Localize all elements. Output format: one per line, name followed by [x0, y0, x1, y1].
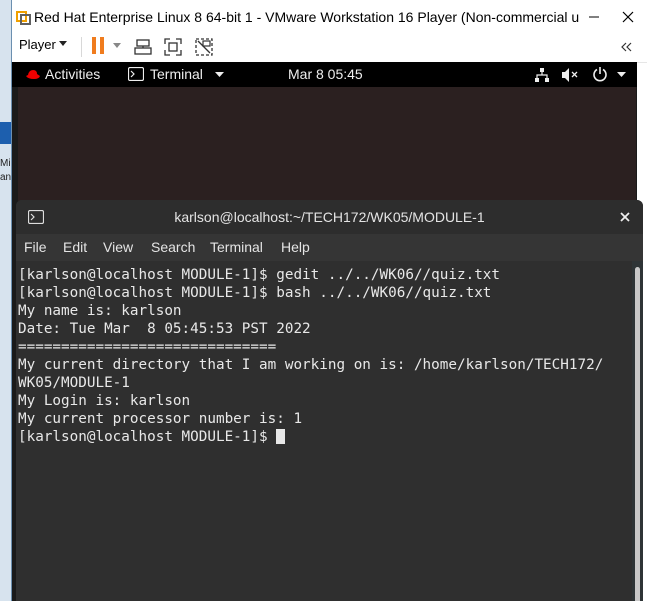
vmware-logo-icon — [16, 10, 31, 25]
collapse-toolbar-icon[interactable] — [619, 41, 633, 53]
terminal-window: karlson@localhost:~/TECH172/WK05/MODULE-… — [16, 200, 643, 601]
text-cursor — [276, 429, 286, 444]
toolbar-divider — [81, 37, 82, 57]
gnome-top-bar: Activities Terminal Mar 8 05:45 — [12, 62, 637, 87]
chevron-down-icon[interactable] — [617, 72, 626, 78]
menu-edit[interactable]: Edit — [63, 239, 87, 255]
terminal-line: Date: Tue Mar 8 05:45:53 PST 2022 — [18, 321, 311, 337]
terminal-line: My Login is: karlson — [18, 393, 191, 409]
minimize-button[interactable] — [581, 6, 607, 28]
menu-file[interactable]: File — [24, 239, 47, 255]
terminal-prompt: [karlson@localhost MODULE-1]$ — [18, 429, 268, 445]
menu-search[interactable]: Search — [151, 239, 195, 255]
redhat-logo-icon — [26, 70, 40, 79]
chevron-down-icon[interactable] — [113, 43, 121, 49]
fullscreen-icon — [164, 38, 182, 56]
terminal-line: My name is: karlson — [18, 303, 182, 319]
terminal-app-icon — [128, 67, 144, 81]
terminal-menubar: File Edit View Search Terminal Help — [16, 234, 643, 261]
menu-help[interactable]: Help — [281, 239, 310, 255]
send-ctrl-alt-del-button[interactable] — [132, 36, 154, 58]
terminal-line: [karlson@localhost MODULE-1]$ bash ../..… — [18, 285, 492, 301]
host-desktop: Mi an — [0, 0, 11, 601]
window-title: Red Hat Enterprise Linux 8 64-bit 1 - VM… — [34, 9, 579, 25]
close-icon[interactable] — [620, 212, 630, 222]
vmware-toolbar: Player — [12, 34, 647, 63]
close-button[interactable] — [615, 6, 641, 28]
terminal-scrollbar[interactable] — [634, 262, 642, 601]
volume-muted-icon[interactable] — [561, 67, 579, 83]
vmware-window: Red Hat Enterprise Linux 8 64-bit 1 - VM… — [11, 0, 647, 601]
vmware-title-bar: Red Hat Enterprise Linux 8 64-bit 1 - VM… — [12, 0, 647, 34]
terminal-line: WK05/MODULE-1 — [18, 375, 130, 391]
desktop-icon-label: Mi — [0, 158, 11, 169]
player-menu-button[interactable]: Player — [19, 37, 56, 52]
terminal-output[interactable]: [karlson@localhost MODULE-1]$ gedit ../.… — [16, 261, 632, 601]
scrollbar-thumb[interactable] — [635, 267, 640, 601]
terminal-text: [karlson@localhost MODULE-1]$ gedit ../.… — [18, 266, 603, 446]
desktop-icon-label: an — [0, 172, 12, 183]
terminal-prompt-line: [karlson@localhost MODULE-1]$ — [18, 428, 603, 446]
chevron-down-icon[interactable] — [59, 41, 67, 47]
fullscreen-button[interactable] — [162, 36, 184, 58]
keyboard-device-icon — [134, 39, 152, 55]
clock[interactable]: Mar 8 05:45 — [288, 66, 363, 82]
unity-button[interactable] — [193, 36, 215, 58]
activities-button[interactable]: Activities — [45, 66, 100, 82]
guest-desktop-background — [18, 87, 636, 201]
minimize-icon — [589, 16, 599, 18]
terminal-line: [karlson@localhost MODULE-1]$ gedit ../.… — [18, 267, 501, 283]
menu-terminal[interactable]: Terminal — [210, 239, 263, 255]
network-wired-icon[interactable] — [534, 67, 550, 83]
desktop-shortcut-icon[interactable] — [0, 122, 11, 144]
terminal-line: My current processor number is: 1 — [18, 411, 303, 427]
close-icon — [622, 11, 634, 23]
guest-display[interactable]: Activities Terminal Mar 8 05:45 karlson@… — [12, 62, 643, 601]
power-icon[interactable] — [592, 66, 608, 82]
terminal-title: karlson@localhost:~/TECH172/WK05/MODULE-… — [174, 209, 485, 225]
terminal-line: My current directory that I am working o… — [18, 357, 604, 373]
terminal-header-bar: karlson@localhost:~/TECH172/WK05/MODULE-… — [16, 200, 643, 234]
chevron-down-icon — [215, 72, 224, 77]
unity-mode-icon — [195, 38, 213, 56]
pause-icon[interactable] — [92, 37, 104, 54]
terminal-line: ============================== — [18, 339, 277, 355]
app-menu-button[interactable]: Terminal — [150, 66, 203, 82]
menu-view[interactable]: View — [103, 239, 133, 255]
